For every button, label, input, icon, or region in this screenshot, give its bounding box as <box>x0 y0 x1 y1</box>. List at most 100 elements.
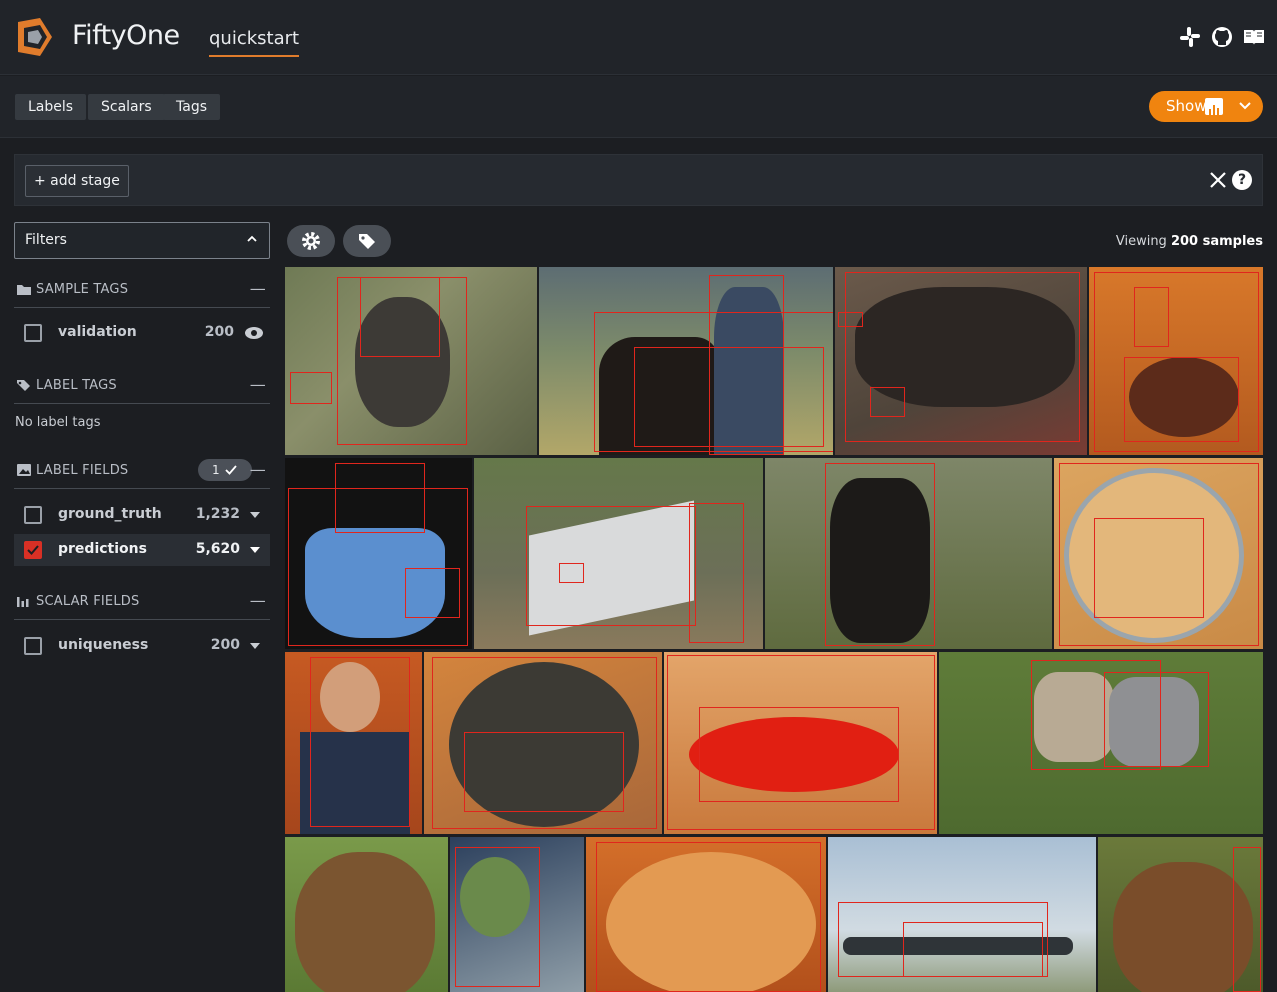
label-field-count: 5,620 <box>195 541 240 557</box>
detection-box <box>559 563 584 583</box>
sample-tile[interactable] <box>539 267 833 455</box>
sample-tile[interactable] <box>450 837 584 992</box>
sample-tile[interactable] <box>285 458 472 649</box>
tag-icon <box>17 285 31 295</box>
no-label-tags-text: No label tags <box>15 415 101 430</box>
expand-caret-icon[interactable] <box>250 547 260 553</box>
dataset-name[interactable]: quickstart <box>209 28 300 57</box>
help-icon[interactable]: ? <box>1232 170 1252 190</box>
sample-tile[interactable] <box>285 652 422 834</box>
close-icon[interactable] <box>1208 170 1228 190</box>
docs-book-icon[interactable] <box>1243 26 1265 48</box>
fiftyone-logo-icon[interactable] <box>14 16 56 58</box>
detection-box <box>1104 672 1209 767</box>
checkbox[interactable] <box>24 506 42 524</box>
sample-tag-row-validation[interactable]: validation 200 <box>14 317 270 349</box>
badge-count: 1 <box>212 463 220 477</box>
collapse-icon[interactable]: — <box>250 591 266 610</box>
scalar-fields-section-header[interactable]: SCALAR FIELDS — <box>14 584 270 620</box>
sample-tile[interactable] <box>285 267 537 455</box>
scalar-field-row-uniqueness[interactable]: uniqueness 200 <box>14 630 270 662</box>
tag-icon <box>17 380 30 391</box>
viewing-sample-count: 200 samples <box>1170 234 1263 249</box>
sample-tag-label: validation <box>58 324 137 340</box>
sidebar: Filters SAMPLE TAGS — validation 200 LAB… <box>14 222 270 982</box>
label-fields-section-header[interactable]: LABEL FIELDS 1 — <box>14 453 270 489</box>
sample-grid <box>285 267 1263 992</box>
sample-tile[interactable] <box>1054 458 1263 649</box>
tag-samples-button[interactable] <box>343 225 391 257</box>
label-tags-section-header[interactable]: LABEL TAGS — <box>14 368 270 404</box>
check-icon <box>225 465 237 475</box>
selected-count-badge[interactable]: 1 <box>198 459 252 481</box>
label-field-name: predictions <box>58 541 147 557</box>
tab-tags[interactable]: Tags <box>163 94 220 120</box>
detection-box <box>838 312 863 327</box>
label-field-row-predictions[interactable]: predictions 5,620 <box>14 534 270 566</box>
checkbox[interactable] <box>24 324 42 342</box>
show-plots-button[interactable]: Show <box>1149 91 1263 122</box>
tabs-row: Labels Scalars Tags Show <box>0 76 1277 138</box>
collapse-icon[interactable]: — <box>250 375 266 394</box>
detection-box <box>1094 518 1204 618</box>
detection-box <box>689 503 744 643</box>
detection-box <box>405 568 460 618</box>
sample-tile[interactable] <box>828 837 1096 992</box>
label-fields-title: LABEL FIELDS <box>36 463 129 478</box>
bar-chart-icon <box>17 597 29 607</box>
collapse-icon[interactable]: — <box>250 460 266 479</box>
sample-tile[interactable] <box>765 458 1052 649</box>
detection-box <box>870 387 905 417</box>
detection-box <box>1124 357 1239 442</box>
sample-tile[interactable] <box>1098 837 1263 992</box>
settings-button[interactable] <box>287 225 335 257</box>
sample-tile[interactable] <box>939 652 1263 834</box>
sample-tag-count: 200 <box>204 324 234 340</box>
tab-scalars[interactable]: Scalars <box>88 94 165 120</box>
sample-image-content <box>295 852 435 992</box>
show-button-label: Show <box>1166 97 1207 115</box>
scalar-fields-title: SCALAR FIELDS <box>36 594 140 609</box>
label-field-row-ground-truth[interactable]: ground_truth 1,232 <box>14 499 270 531</box>
bar-chart-icon <box>1205 98 1223 115</box>
sample-tags-section-header[interactable]: SAMPLE TAGS — <box>14 272 270 308</box>
expand-caret-icon[interactable] <box>250 643 260 649</box>
detection-box <box>634 347 824 447</box>
gear-icon <box>302 232 320 250</box>
detection-box <box>464 732 624 812</box>
checkbox[interactable] <box>24 637 42 655</box>
filters-dropdown[interactable]: Filters <box>14 222 270 259</box>
detection-box <box>825 463 935 646</box>
sample-tile[interactable] <box>474 458 763 649</box>
github-icon[interactable] <box>1211 26 1233 48</box>
checkbox-checked[interactable] <box>24 541 42 559</box>
tag-icon <box>359 234 375 249</box>
header-icon-bar <box>1179 26 1265 48</box>
sample-tile[interactable] <box>835 267 1087 455</box>
detection-box <box>310 657 410 827</box>
detection-box <box>290 372 332 404</box>
sample-tile[interactable] <box>1089 267 1263 455</box>
chevron-down-icon <box>1239 102 1251 110</box>
collapse-icon[interactable]: — <box>250 279 266 298</box>
sample-tile[interactable] <box>586 837 826 992</box>
top-header: FiftyOne quickstart <box>0 0 1277 75</box>
add-stage-button[interactable]: + add stage <box>25 165 129 197</box>
eye-icon[interactable] <box>244 326 264 340</box>
sample-tile[interactable] <box>424 652 662 834</box>
label-tags-title: LABEL TAGS <box>36 378 117 393</box>
detection-box <box>903 922 1043 977</box>
view-stage-bar: + add stage ? <box>14 154 1263 206</box>
viewing-count: Viewing 200 samples <box>1116 234 1263 249</box>
detection-box <box>455 847 540 987</box>
expand-caret-icon[interactable] <box>250 512 260 518</box>
slack-icon[interactable] <box>1179 26 1201 48</box>
tab-labels[interactable]: Labels <box>15 94 87 120</box>
viewing-prefix: Viewing <box>1115 234 1167 249</box>
sample-tile[interactable] <box>285 837 448 992</box>
scalar-field-name: uniqueness <box>58 637 149 653</box>
detection-box <box>1134 287 1169 347</box>
chevron-up-icon <box>247 235 257 242</box>
check-icon <box>27 545 39 555</box>
sample-tile[interactable] <box>664 652 937 834</box>
